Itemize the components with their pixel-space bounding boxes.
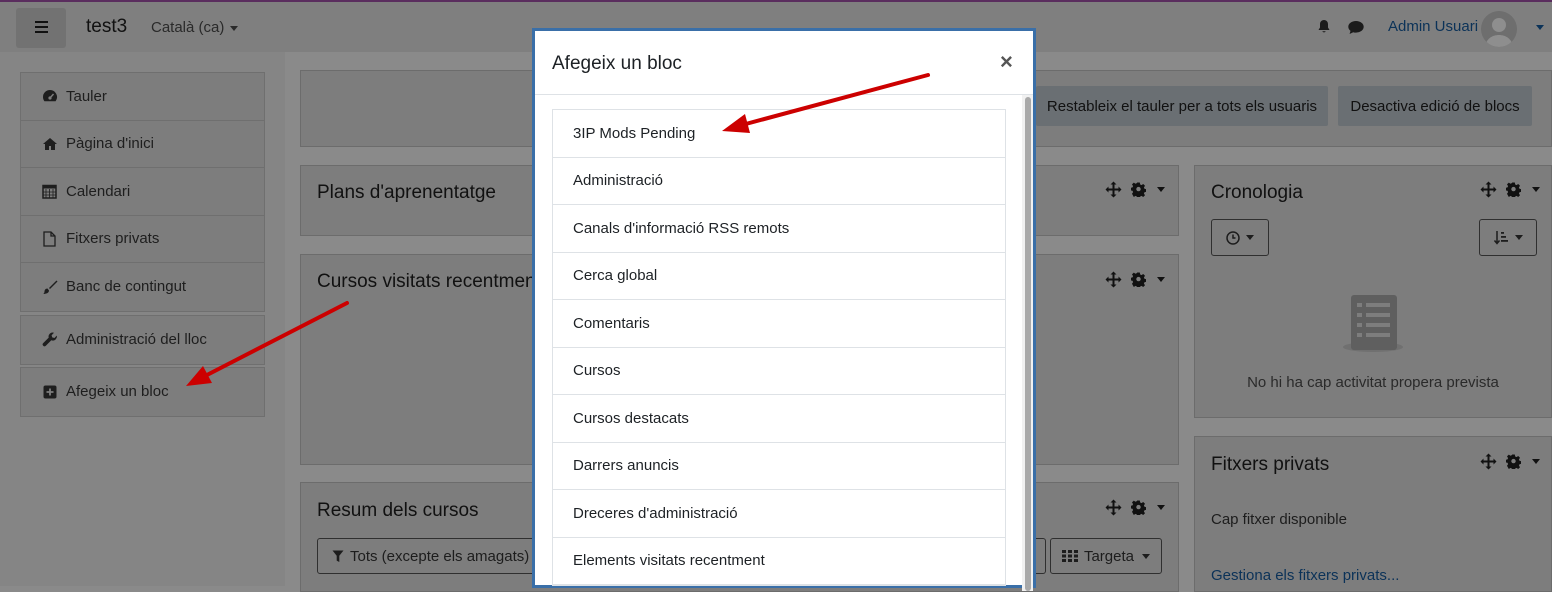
nav-item-private-files[interactable]: Fitxers privats [21, 216, 264, 263]
stop-editing-button[interactable]: Desactiva edició de blocs [1338, 86, 1532, 126]
filter-icon [332, 550, 344, 563]
list-item[interactable]: Darrers anuncis [553, 443, 1005, 490]
list-item[interactable]: Elements visitats recentment [553, 538, 1005, 585]
modal-title: Afegeix un bloc [552, 53, 682, 74]
file-icon [41, 230, 58, 247]
move-icon[interactable] [1480, 453, 1497, 470]
private-files-empty-text: Cap fitxer disponible [1211, 511, 1347, 528]
bell-icon[interactable] [1316, 19, 1332, 35]
empty-list-icon [1336, 292, 1410, 354]
plus-square-icon [41, 383, 58, 400]
block-title: Cursos visitats recentment [317, 271, 541, 292]
main-nav: Tauler Pàgina d'inici Calendari Fitxers … [20, 72, 265, 312]
nav-item-dashboard[interactable]: Tauler [21, 73, 264, 121]
wrench-icon [41, 331, 58, 348]
user-menu-chevron-icon[interactable] [1536, 25, 1544, 30]
sort-dropdown-edge[interactable] [1036, 538, 1046, 574]
scrollbar-thumb[interactable] [1025, 97, 1031, 591]
reset-dashboard-button[interactable]: Restableix el tauler per a tots els usua… [1036, 86, 1328, 126]
home-icon [41, 135, 58, 152]
avatar[interactable] [1481, 11, 1517, 47]
list-item[interactable]: Dreceres d'administració [553, 490, 1005, 538]
block-title: Resum dels cursos [317, 500, 479, 521]
block-controls [1105, 181, 1165, 198]
list-item[interactable]: 3IP Mods Pending [553, 110, 1005, 158]
nav-item-label: Afegeix un bloc [66, 383, 169, 401]
nav-item-label: Administració del lloc [66, 331, 207, 349]
user-name[interactable]: Admin Usuari [1388, 18, 1478, 35]
list-item[interactable]: Cursos [553, 348, 1005, 395]
chevron-down-icon[interactable] [1532, 187, 1540, 192]
chevron-down-icon [1514, 235, 1523, 240]
course-view-dropdown[interactable]: Targeta [1050, 538, 1162, 574]
add-block-modal: Afegeix un bloc × 3IP Mods Pending Admin… [532, 28, 1036, 591]
gear-icon[interactable] [1131, 500, 1146, 515]
block-title: Fitxers privats [1211, 454, 1330, 475]
brush-icon [41, 278, 58, 295]
nav-item-label: Banc de contingut [66, 278, 187, 296]
close-icon[interactable]: × [1000, 51, 1013, 73]
grid-icon [1061, 550, 1078, 562]
chat-icon[interactable] [1347, 20, 1365, 35]
chevron-down-icon[interactable] [1157, 277, 1165, 282]
gear-icon[interactable] [1506, 182, 1521, 197]
chevron-down-icon [1246, 235, 1254, 240]
block-controls [1480, 453, 1540, 470]
admin-nav: Administració del lloc [20, 315, 265, 365]
list-item[interactable]: Administració [553, 158, 1005, 205]
list-item[interactable]: Cerca global [553, 253, 1005, 300]
timeline-empty-text: No hi ha cap activitat propera prevista [1247, 374, 1499, 391]
dashboard-icon [41, 88, 58, 105]
list-item[interactable]: Comentaris [553, 300, 1005, 348]
list-item[interactable]: Cursos destacats [553, 395, 1005, 443]
sort-amount-icon [1493, 230, 1509, 246]
nav-drawer: Tauler Pàgina d'inici Calendari Fitxers … [0, 52, 285, 586]
nav-item-home[interactable]: Pàgina d'inici [21, 121, 264, 168]
modal-header: Afegeix un bloc × [535, 31, 1033, 95]
list-item[interactable]: Canals d'informació RSS remots [553, 205, 1005, 253]
nav-item-label: Calendari [66, 182, 131, 200]
drawer-toggle-button[interactable] [16, 8, 66, 48]
clock-icon [1226, 230, 1240, 245]
chevron-down-icon[interactable] [1157, 505, 1165, 510]
nav-item-label: Fitxers privats [66, 230, 160, 248]
view-label: Targeta [1083, 547, 1135, 565]
chevron-down-icon [230, 25, 239, 31]
nav-item-content-bank[interactable]: Banc de contingut [21, 263, 264, 311]
move-icon[interactable] [1480, 181, 1497, 198]
nav-item-label: Tauler [66, 87, 107, 105]
chevron-down-icon[interactable] [1157, 187, 1165, 192]
site-name[interactable]: test3 [86, 16, 127, 38]
manage-private-files-link[interactable]: Gestiona els fitxers privats... [1211, 567, 1399, 584]
language-label: Català (ca) [151, 19, 225, 36]
gear-icon[interactable] [1131, 182, 1146, 197]
chevron-down-icon [1142, 553, 1151, 559]
nav-item-add-block[interactable]: Afegeix un bloc [21, 368, 264, 416]
course-filter-dropdown[interactable]: Tots (excepte els amagats) [317, 538, 547, 574]
chevron-down-icon[interactable] [1532, 459, 1540, 464]
block-list: 3IP Mods Pending Administració Canals d'… [552, 109, 1006, 586]
gear-icon[interactable] [1506, 454, 1521, 469]
language-menu[interactable]: Català (ca) [151, 19, 239, 36]
gear-icon[interactable] [1131, 272, 1146, 287]
block-title: Plans d'aprenentatge [317, 182, 496, 203]
timeline-sort-button[interactable] [1479, 219, 1537, 256]
move-icon[interactable] [1105, 271, 1122, 288]
block-title: Cronologia [1211, 182, 1303, 203]
block-controls [1105, 271, 1165, 288]
block-controls [1480, 181, 1540, 198]
move-icon[interactable] [1105, 499, 1122, 516]
nav-item-site-admin[interactable]: Administració del lloc [21, 316, 264, 364]
nav-item-calendar[interactable]: Calendari [21, 168, 264, 216]
calendar-icon [41, 183, 58, 200]
add-block-nav: Afegeix un bloc [20, 367, 265, 417]
move-icon[interactable] [1105, 181, 1122, 198]
nav-item-label: Pàgina d'inici [66, 135, 154, 153]
timeline-day-filter[interactable] [1211, 219, 1269, 256]
filter-label: Tots (excepte els amagats) [350, 547, 530, 565]
block-controls [1105, 499, 1165, 516]
